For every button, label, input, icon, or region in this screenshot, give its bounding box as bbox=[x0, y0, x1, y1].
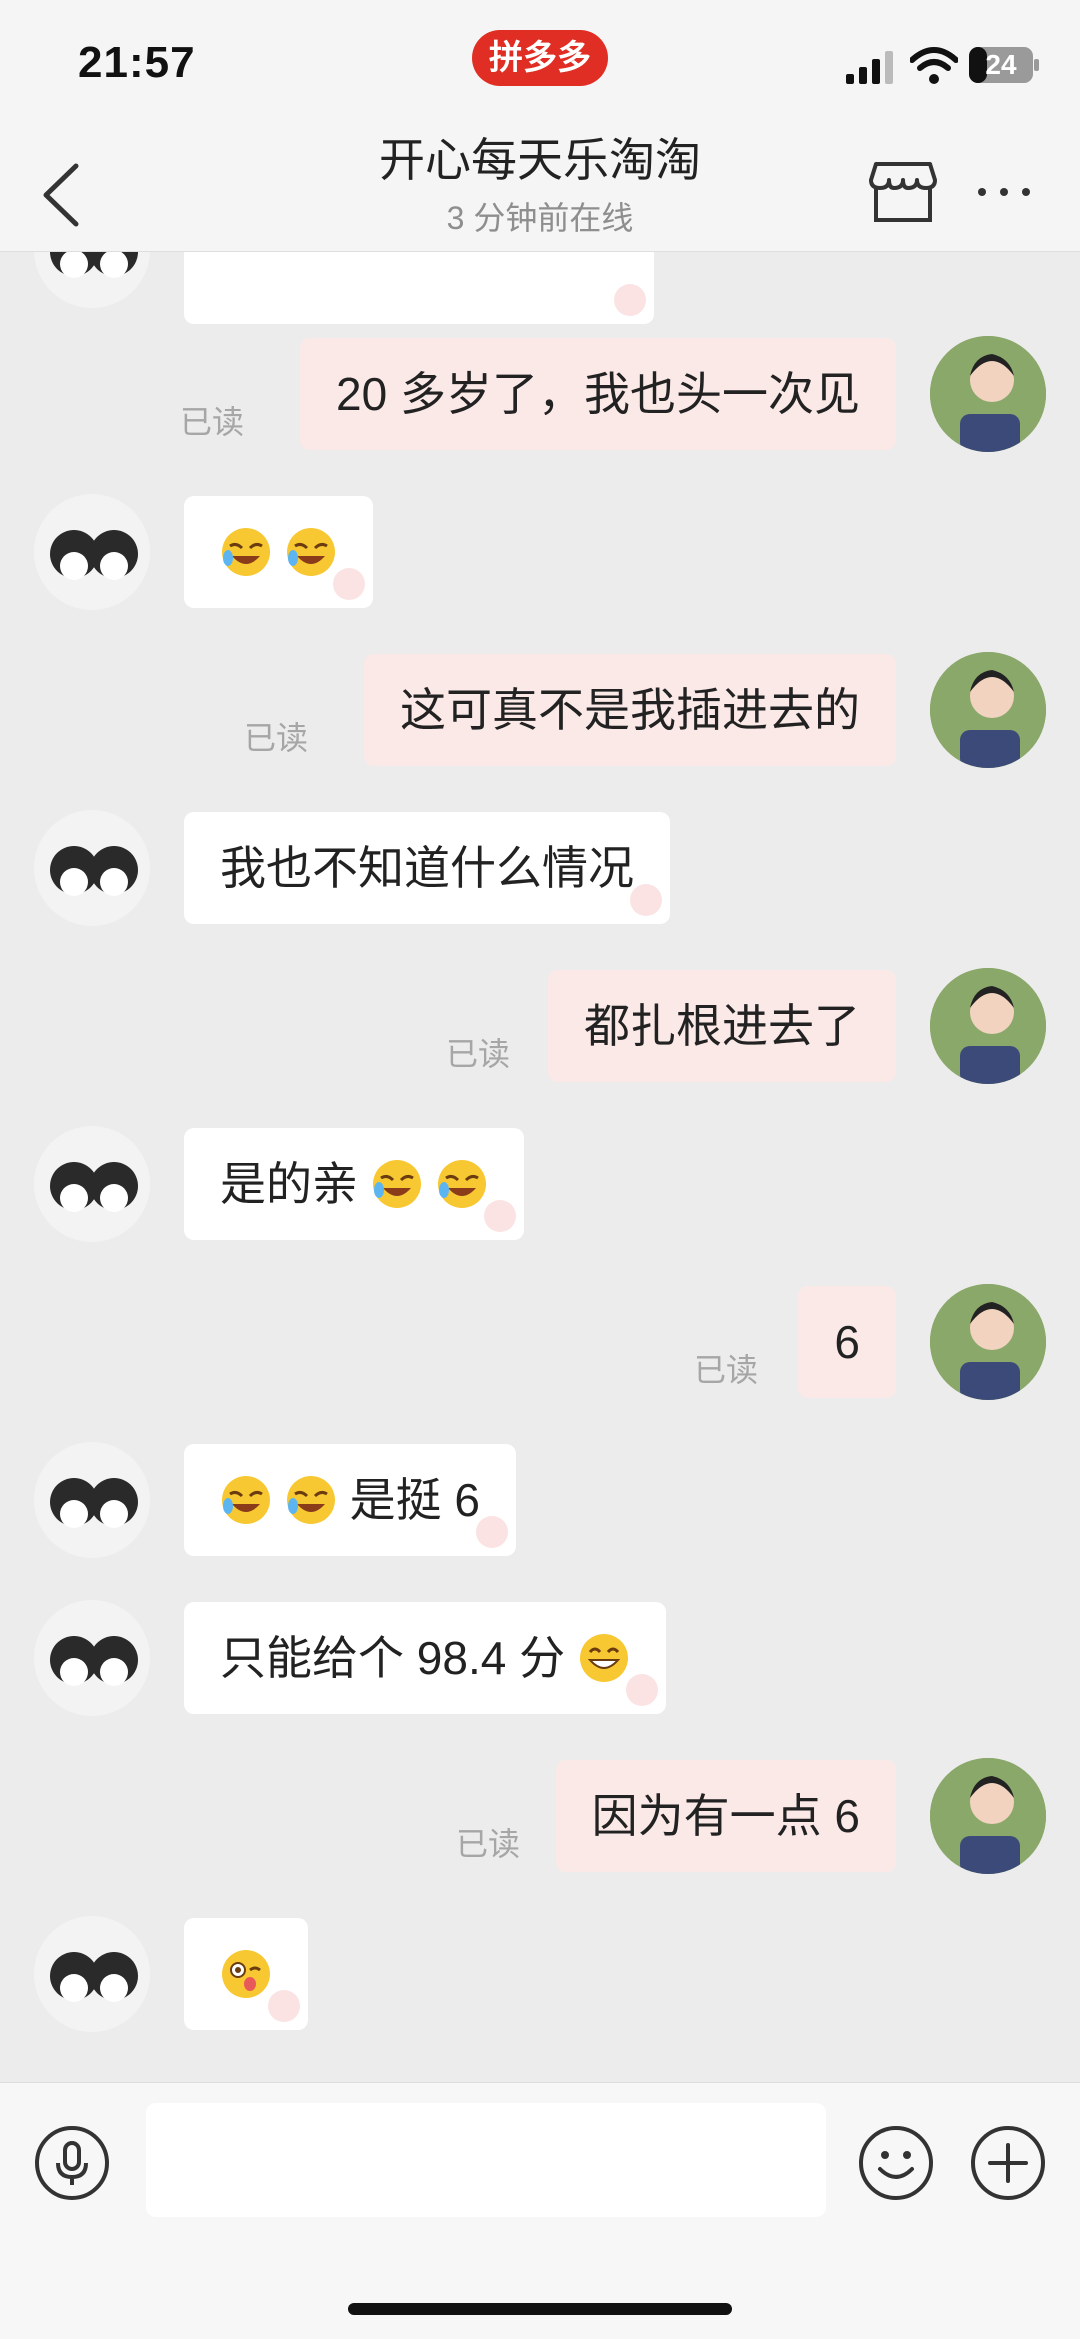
user-avatar[interactable] bbox=[930, 336, 1046, 452]
store-icon[interactable] bbox=[868, 160, 938, 224]
incoming-message-bubble[interactable] bbox=[184, 496, 373, 608]
husky-avatar-icon bbox=[50, 1478, 138, 1528]
read-status: 已读 bbox=[694, 1352, 759, 1388]
user-avatar[interactable] bbox=[930, 968, 1046, 1084]
crying-laughing-emoji bbox=[222, 527, 270, 576]
pinduoduo-watermark-icon bbox=[332, 568, 365, 600]
read-status: 已读 bbox=[180, 404, 245, 440]
user-avatar[interactable] bbox=[930, 1758, 1046, 1874]
contact-avatar[interactable] bbox=[34, 810, 150, 926]
pinduoduo-watermark-icon bbox=[630, 884, 662, 916]
status-bar: 21:57 拼多多 24 bbox=[0, 0, 1080, 130]
husky-avatar-icon bbox=[50, 530, 138, 580]
incoming-message-bubble[interactable] bbox=[184, 252, 654, 324]
pinduoduo-watermark-icon bbox=[625, 1674, 658, 1706]
person-avatar-icon bbox=[930, 336, 1046, 452]
contact-avatar[interactable] bbox=[34, 252, 150, 308]
crying-laughing-emoji bbox=[222, 1475, 270, 1524]
outgoing-message-bubble[interactable]: 都扎根进去了 bbox=[548, 970, 896, 1082]
more-icon[interactable] bbox=[974, 182, 1034, 202]
pinduoduo-watermark-icon bbox=[614, 284, 646, 316]
contact-avatar[interactable] bbox=[34, 1126, 150, 1242]
read-status: 已读 bbox=[456, 1826, 521, 1862]
chat-title: 开心每天乐淘淘 bbox=[379, 134, 701, 186]
status-time: 21:57 bbox=[78, 38, 196, 87]
message-list[interactable]: 已读 20 多岁了，我也头一次见 已读 这可真不是我插进去的 我也不知道什么情况… bbox=[0, 252, 1080, 2082]
husky-avatar-icon bbox=[50, 1162, 138, 1212]
back-chevron-icon[interactable] bbox=[36, 160, 86, 230]
husky-avatar-icon bbox=[50, 846, 138, 896]
microphone-icon[interactable] bbox=[34, 2125, 110, 2201]
message-text: 是的亲 bbox=[220, 1158, 358, 1210]
message-text: 只能给个 98.4 分 bbox=[220, 1632, 566, 1684]
app-badge: 拼多多 bbox=[472, 30, 608, 86]
person-avatar-icon bbox=[930, 1758, 1046, 1874]
contact-avatar[interactable] bbox=[34, 1442, 150, 1558]
battery-level: 24 bbox=[985, 49, 1017, 80]
incoming-message-bubble[interactable]: 是挺 6 bbox=[184, 1444, 516, 1556]
person-avatar-icon bbox=[930, 1284, 1046, 1400]
outgoing-message-bubble[interactable]: 因为有一点 6 bbox=[555, 1760, 896, 1872]
read-status: 已读 bbox=[446, 1036, 511, 1072]
incoming-message-bubble[interactable]: 是的亲 bbox=[184, 1128, 524, 1240]
message-text: 是挺 6 bbox=[349, 1474, 480, 1526]
contact-avatar[interactable] bbox=[34, 494, 150, 610]
incoming-message-bubble[interactable]: 只能给个 98.4 分 bbox=[184, 1602, 666, 1714]
pinduoduo-watermark-icon bbox=[483, 1200, 516, 1232]
husky-avatar-icon bbox=[50, 1952, 138, 2002]
message-input[interactable] bbox=[146, 2103, 826, 2217]
home-indicator[interactable] bbox=[348, 2303, 732, 2315]
husky-avatar-icon bbox=[50, 1636, 138, 1686]
chat-screen: 21:57 拼多多 24 开心每天乐淘淘 3 分钟前在线 已读 20 多岁了，我… bbox=[0, 0, 1080, 2339]
signal-icon bbox=[846, 51, 893, 84]
user-avatar[interactable] bbox=[930, 1284, 1046, 1400]
read-status: 已读 bbox=[244, 720, 309, 756]
contact-avatar[interactable] bbox=[34, 1600, 150, 1716]
outgoing-message-bubble[interactable]: 20 多岁了，我也头一次见 bbox=[300, 338, 896, 450]
outgoing-message-bubble[interactable]: 这可真不是我插进去的 bbox=[364, 654, 896, 766]
crying-laughing-emoji bbox=[286, 1475, 335, 1524]
chat-header: 开心每天乐淘淘 3 分钟前在线 bbox=[0, 130, 1080, 252]
pinduoduo-watermark-icon bbox=[268, 1990, 300, 2022]
input-bar bbox=[0, 2082, 1080, 2339]
message-text: 我也不知道什么情况 bbox=[220, 842, 634, 894]
user-avatar[interactable] bbox=[930, 652, 1046, 768]
online-status: 3 分钟前在线 bbox=[446, 200, 634, 236]
pinduoduo-watermark-icon bbox=[475, 1516, 508, 1548]
plus-icon[interactable] bbox=[970, 2125, 1046, 2201]
person-avatar-icon bbox=[930, 968, 1046, 1084]
smiley-icon[interactable] bbox=[858, 2125, 934, 2201]
incoming-message-bubble[interactable] bbox=[184, 1918, 308, 2030]
husky-avatar-icon bbox=[50, 252, 138, 278]
contact-avatar[interactable] bbox=[34, 1916, 150, 2032]
outgoing-message-bubble[interactable]: 6 bbox=[798, 1286, 896, 1398]
incoming-message-bubble[interactable]: 我也不知道什么情况 bbox=[184, 812, 670, 924]
person-avatar-icon bbox=[930, 652, 1046, 768]
crying-laughing-emoji bbox=[372, 1159, 421, 1208]
wifi-icon bbox=[910, 47, 958, 84]
